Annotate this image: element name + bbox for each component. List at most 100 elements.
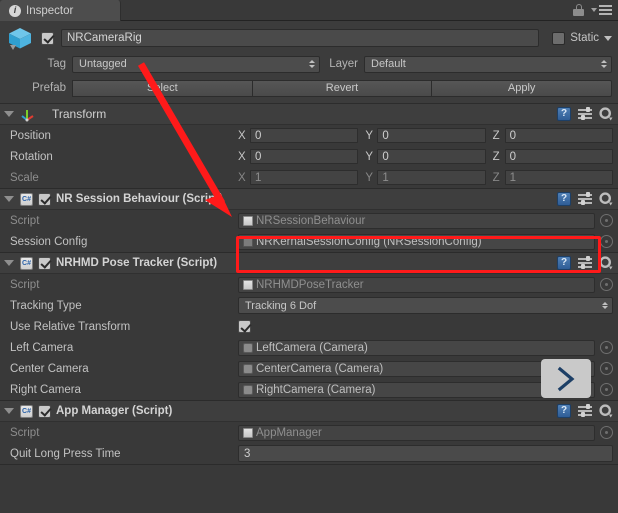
gear-icon[interactable] (599, 107, 613, 121)
updown-icon (602, 302, 608, 310)
property-body: Tracking 6 Dof (238, 297, 613, 314)
property-label: Scale (10, 172, 238, 184)
prefab-revert-button[interactable]: Revert (253, 80, 433, 97)
axis-label-y: Y (365, 151, 374, 163)
y-input[interactable]: 0 (377, 149, 485, 164)
property-row: Quit Long Press Time3 (0, 443, 618, 464)
scriptable-object-icon (243, 237, 253, 247)
component-enable-checkbox[interactable] (38, 257, 51, 270)
camera-icon (243, 385, 253, 395)
object-picker-icon[interactable] (600, 362, 613, 375)
object-reference-field[interactable]: LeftCamera (Camera) (238, 340, 595, 356)
updown-icon (601, 60, 607, 68)
component-header[interactable]: Transform? (0, 104, 618, 125)
property-label: Position (10, 130, 238, 142)
tracking-type-dropdown[interactable]: Tracking 6 Dof (238, 297, 613, 314)
gameobject-name-input[interactable]: NRCameraRig (61, 29, 539, 47)
z-input[interactable]: 0 (505, 128, 613, 143)
layer-value: Default (371, 58, 601, 70)
property-label: Rotation (10, 151, 238, 163)
object-reference-field[interactable]: NRKernalSessionConfig (NRSessionConfig) (238, 234, 595, 250)
vector-z-cell: Z0 (493, 149, 613, 164)
layer-label: Layer (320, 58, 364, 70)
axis-label-x: X (238, 151, 247, 163)
prefab-label: Prefab (6, 82, 72, 94)
object-picker-icon[interactable] (600, 278, 613, 291)
component-enable-checkbox[interactable] (38, 405, 51, 418)
property-body: X0Y0Z0 (238, 149, 613, 164)
x-input[interactable]: 0 (250, 149, 358, 164)
z-input[interactable]: 1 (505, 170, 613, 185)
component-section: Transform?PositionX0Y0Z0RotationX0Y0Z0Sc… (0, 104, 618, 189)
property-body: NRHMDPoseTracker (238, 277, 613, 293)
object-picker-icon[interactable] (600, 383, 613, 396)
cube-prefab-icon (7, 26, 34, 51)
gear-icon[interactable] (599, 404, 613, 418)
prefab-apply-button[interactable]: Apply (432, 80, 612, 97)
x-input[interactable]: 1 (250, 170, 358, 185)
property-label: Session Config (10, 236, 238, 248)
object-reference-value: NRHMDPoseTracker (256, 279, 364, 291)
property-label: Script (10, 279, 238, 291)
tab-label: Inspector (26, 5, 73, 17)
gameobject-active-checkbox[interactable] (41, 32, 54, 45)
y-input[interactable]: 1 (377, 170, 485, 185)
object-reference-field[interactable]: NRSessionBehaviour (238, 213, 595, 229)
property-body: X1Y1Z1 (238, 170, 613, 185)
help-icon[interactable]: ? (557, 256, 571, 270)
gear-icon[interactable] (599, 192, 613, 206)
object-picker-icon[interactable] (600, 214, 613, 227)
foldout-triangle-icon[interactable] (4, 196, 14, 202)
next-chevron-button[interactable] (541, 359, 591, 398)
y-input[interactable]: 0 (377, 128, 485, 143)
component-enable-checkbox[interactable] (38, 193, 51, 206)
foldout-triangle-icon[interactable] (4, 260, 14, 266)
property-label: Left Camera (10, 342, 238, 354)
x-input[interactable]: 0 (250, 128, 358, 143)
static-label: Static (570, 32, 599, 44)
preset-icon[interactable] (578, 193, 592, 205)
axis-label-z: Z (493, 172, 502, 184)
info-icon: i (9, 5, 21, 17)
static-checkbox[interactable] (552, 32, 565, 45)
preset-icon[interactable] (578, 257, 592, 269)
property-row: ScriptNRSessionBehaviour (0, 210, 618, 231)
foldout-triangle-icon[interactable] (4, 111, 14, 117)
property-row: Center CameraCenterCamera (Camera) (0, 358, 618, 379)
chevron-down-icon[interactable] (604, 36, 612, 41)
object-picker-icon[interactable] (600, 426, 613, 439)
hamburger-menu-icon[interactable] (591, 5, 612, 15)
preset-icon[interactable] (578, 108, 592, 120)
component-header-icons: ? (557, 256, 613, 270)
component-header-icons: ? (557, 107, 613, 121)
property-label: Tracking Type (10, 300, 238, 312)
layer-dropdown[interactable]: Default (364, 56, 612, 73)
preset-icon[interactable] (578, 405, 592, 417)
help-icon[interactable]: ? (557, 404, 571, 418)
property-checkbox[interactable] (238, 320, 251, 333)
property-label: Center Camera (10, 363, 238, 375)
object-reference-field[interactable]: AppManager (238, 425, 595, 441)
prefab-select-button[interactable]: Select (72, 80, 253, 97)
lock-icon[interactable] (573, 4, 584, 16)
tag-dropdown[interactable]: Untagged (72, 56, 320, 73)
help-icon[interactable]: ? (557, 192, 571, 206)
script-asset-icon (243, 216, 253, 226)
property-body: X0Y0Z0 (238, 128, 613, 143)
gear-icon[interactable] (599, 256, 613, 270)
object-picker-icon[interactable] (600, 341, 613, 354)
component-header[interactable]: C#App Manager (Script)? (0, 401, 618, 422)
object-picker-icon[interactable] (600, 235, 613, 248)
csharp-script-icon: C# (20, 193, 33, 206)
text-input[interactable]: 3 (238, 445, 613, 462)
component-header[interactable]: C#NRHMD Pose Tracker (Script)? (0, 253, 618, 274)
object-reference-field[interactable]: NRHMDPoseTracker (238, 277, 595, 293)
camera-icon (243, 343, 253, 353)
property-body: NRKernalSessionConfig (NRSessionConfig) (238, 234, 613, 250)
component-header[interactable]: C#NR Session Behaviour (Script)? (0, 189, 618, 210)
foldout-triangle-icon[interactable] (4, 408, 14, 414)
help-icon[interactable]: ? (557, 107, 571, 121)
tab-inspector[interactable]: i Inspector (0, 0, 121, 21)
tag-value: Untagged (79, 58, 309, 70)
z-input[interactable]: 0 (505, 149, 613, 164)
